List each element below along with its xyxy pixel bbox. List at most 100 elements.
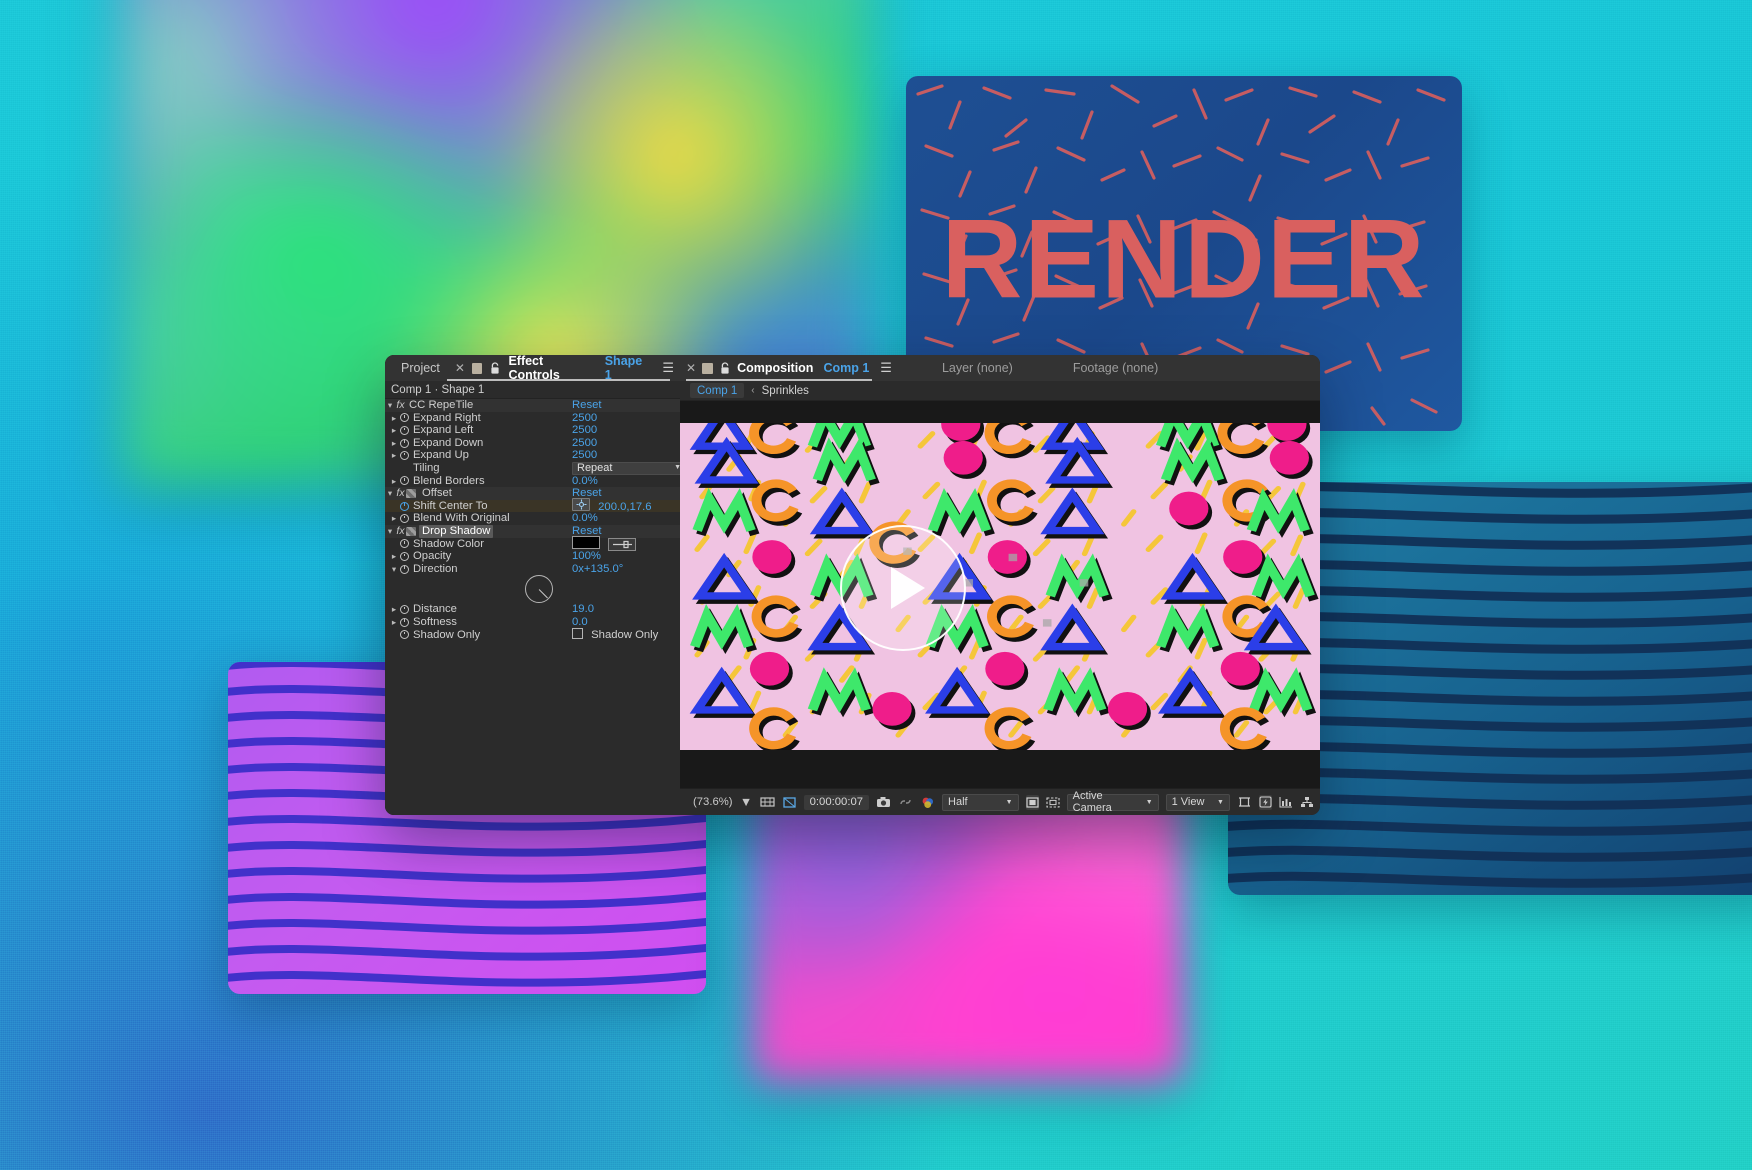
panel-menu-icon[interactable]: ☰: [880, 360, 892, 376]
property-row-shadow-color[interactable]: Shadow Color: [385, 535, 680, 551]
camera-dropdown[interactable]: Active Camera ▼: [1066, 790, 1159, 814]
property-row[interactable]: ▸ Blend With Original 0.0%: [385, 512, 680, 525]
stopwatch-icon[interactable]: [399, 476, 410, 486]
property-row-shift-center-to[interactable]: Shift Center To 200.0,17.6: [385, 498, 680, 513]
shadow-color-swatch[interactable]: [572, 535, 600, 549]
effect-name[interactable]: Drop Shadow: [419, 524, 494, 538]
property-value[interactable]: 0.0: [572, 616, 680, 629]
property-row[interactable]: ▸ Blend Borders 0.0%: [385, 475, 680, 488]
active-tab-underline: [686, 379, 872, 381]
stopwatch-icon[interactable]: [399, 617, 410, 627]
stopwatch-icon[interactable]: [399, 413, 410, 423]
stopwatch-icon[interactable]: [399, 438, 410, 448]
effect-header-cc-repetile[interactable]: ▾ fx CC RepeTile Reset: [385, 399, 680, 412]
property-row[interactable]: ▸ Expand Down 2500: [385, 437, 680, 450]
direction-dial[interactable]: [525, 575, 553, 604]
point-picker-icon[interactable]: [572, 498, 590, 512]
tiling-dropdown[interactable]: Repeat ▼: [572, 461, 680, 476]
property-row[interactable]: ▸ Expand Up 2500: [385, 449, 680, 462]
property-value[interactable]: 0.0%: [572, 475, 680, 488]
property-value[interactable]: 2500: [572, 449, 680, 462]
timeline-icon[interactable]: [1279, 795, 1293, 810]
tab-footage[interactable]: Footage (none): [1059, 361, 1172, 375]
tab-layer[interactable]: Layer (none): [928, 361, 1027, 375]
property-row-tiling[interactable]: Tiling Repeat ▼: [385, 461, 680, 476]
stopwatch-icon[interactable]: [399, 501, 410, 511]
fx-icon: fx: [396, 524, 405, 537]
current-timecode[interactable]: 0:00:00:07: [803, 794, 870, 810]
composition-toolbar: (73.6%) ▼ 0:00:00:07 Half ▼ Active Camer…: [680, 788, 1320, 815]
resolution-dropdown[interactable]: Half ▼: [942, 793, 1019, 811]
stopwatch-icon[interactable]: [399, 630, 410, 640]
lock-icon[interactable]: [719, 361, 731, 375]
take-snapshot-icon[interactable]: [876, 795, 891, 810]
property-value[interactable]: 0.0%: [572, 512, 680, 525]
twirl-right-icon[interactable]: ▸: [389, 603, 399, 616]
show-channel-icon[interactable]: [920, 795, 935, 810]
stopwatch-icon[interactable]: [399, 564, 410, 574]
stopwatch-icon[interactable]: [399, 514, 410, 524]
property-value[interactable]: 2500: [572, 437, 680, 450]
choose-grid-guide-icon[interactable]: [760, 795, 775, 810]
direction-dial-row: [385, 575, 680, 604]
twirl-right-icon[interactable]: ▸: [389, 616, 399, 629]
breadcrumb-item[interactable]: Sprinkles: [762, 385, 809, 397]
pixel-aspect-correction-icon[interactable]: [1237, 795, 1252, 810]
property-row[interactable]: ▸ Expand Left 2500: [385, 424, 680, 437]
property-row-shadow-only[interactable]: Shadow Only Shadow Only: [385, 628, 680, 642]
twirl-down-icon[interactable]: ▾: [385, 487, 395, 500]
stopwatch-icon[interactable]: [399, 539, 410, 549]
property-row[interactable]: ▸ Softness 0.0: [385, 616, 680, 629]
twirl-right-icon[interactable]: ▸: [389, 424, 399, 437]
comp-flowchart-icon[interactable]: [1300, 795, 1314, 810]
property-value[interactable]: 100%: [572, 550, 680, 563]
twirl-right-icon[interactable]: ▸: [389, 412, 399, 425]
fast-previews-icon[interactable]: [1258, 794, 1272, 810]
panel-menu-icon[interactable]: ☰: [662, 360, 674, 376]
shadow-only-checkbox[interactable]: [572, 628, 583, 639]
region-of-interest-icon[interactable]: [782, 795, 797, 810]
reset-link[interactable]: Reset: [572, 399, 680, 412]
effect-controls-title[interactable]: Effect Controls: [508, 355, 593, 382]
twirl-down-icon[interactable]: ▾: [389, 563, 399, 576]
chevron-down-icon[interactable]: ▼: [740, 795, 753, 810]
twirl-down-icon[interactable]: ▾: [385, 399, 395, 412]
play-button-icon[interactable]: [840, 525, 966, 651]
property-row[interactable]: ▸ Expand Right 2500: [385, 412, 680, 425]
close-icon[interactable]: ✕: [686, 361, 696, 375]
composition-viewer[interactable]: [680, 401, 1320, 788]
stopwatch-icon[interactable]: [399, 605, 410, 615]
show-snapshot-icon[interactable]: [898, 795, 913, 810]
lock-icon[interactable]: [489, 361, 501, 375]
twirl-right-icon[interactable]: ▸: [389, 437, 399, 450]
twirl-down-icon[interactable]: ▾: [385, 525, 395, 538]
effect-name[interactable]: Offset: [419, 487, 572, 500]
property-value[interactable]: 2500: [572, 412, 680, 425]
sprinkles-pattern[interactable]: [680, 423, 1320, 750]
twirl-right-icon[interactable]: ▸: [389, 550, 399, 563]
property-value[interactable]: 19.0: [572, 603, 680, 616]
twirl-right-icon[interactable]: ▸: [389, 449, 399, 462]
effect-controls-subject[interactable]: Shape 1: [605, 355, 651, 382]
breadcrumb-comp[interactable]: Comp 1: [690, 383, 745, 398]
composition-title[interactable]: Composition: [737, 361, 813, 375]
property-row[interactable]: ▸ Distance 19.0: [385, 603, 680, 616]
stopwatch-icon[interactable]: [399, 551, 410, 561]
effect-name[interactable]: CC RepeTile: [406, 399, 572, 412]
property-row[interactable]: ▸ Opacity 100%: [385, 550, 680, 563]
stopwatch-icon[interactable]: [399, 451, 410, 461]
zoom-level[interactable]: (73.6%): [693, 796, 733, 808]
twirl-right-icon[interactable]: ▸: [389, 475, 399, 488]
toggle-transparency-grid-icon[interactable]: [1025, 794, 1039, 810]
property-row-direction[interactable]: ▾ Direction 0x+135.0°: [385, 563, 680, 576]
views-dropdown[interactable]: 1 View ▼: [1165, 793, 1230, 811]
property-value[interactable]: 2500: [572, 424, 680, 437]
eyedropper-icon[interactable]: [608, 537, 637, 551]
region-of-interest-box-icon[interactable]: [1046, 795, 1060, 810]
composition-subject[interactable]: Comp 1: [823, 361, 869, 375]
property-value[interactable]: 0x+135.0°: [572, 563, 680, 576]
stopwatch-icon[interactable]: [399, 425, 410, 435]
twirl-right-icon[interactable]: ▸: [389, 512, 399, 525]
close-icon[interactable]: ✕: [455, 361, 465, 375]
tab-project[interactable]: Project: [391, 361, 448, 375]
